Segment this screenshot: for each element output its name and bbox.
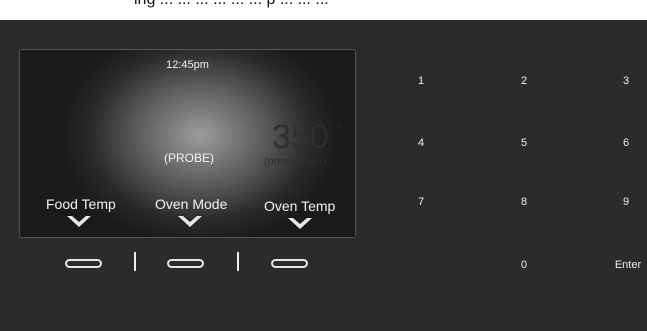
keypad-key-2[interactable]: 2	[504, 74, 544, 88]
oven-display: 12:45pm (PROBE) 350 ° (press enter) Food…	[19, 49, 356, 238]
keypad-key-4[interactable]: 4	[401, 136, 441, 150]
probe-mode-label: (PROBE)	[164, 151, 215, 165]
press-enter-hint: (press enter)	[264, 156, 327, 168]
keypad-key-5[interactable]: 5	[504, 136, 544, 150]
temperature-value: 350	[272, 118, 329, 156]
divider	[134, 252, 136, 271]
oven-mode-button[interactable]	[167, 259, 204, 268]
enter-key[interactable]: Enter	[607, 258, 647, 272]
divider	[237, 252, 239, 271]
keypad-key-9[interactable]: 9	[606, 195, 646, 209]
keypad-key-0[interactable]: 0	[504, 258, 544, 272]
cropped-header-text: ing ... ... ... ... ... ... p ... ... ..…	[134, 0, 329, 9]
keypad-key-7[interactable]: 7	[401, 195, 441, 209]
chevron-down-icon	[178, 216, 202, 227]
chevron-down-icon	[67, 216, 91, 227]
keypad-key-1[interactable]: 1	[401, 74, 441, 88]
clock-time: 12:45pm	[166, 59, 209, 71]
keypad-key-3[interactable]: 3	[606, 74, 646, 88]
chevron-down-icon	[288, 218, 312, 229]
oven-mode-label[interactable]: Oven Mode	[155, 196, 227, 212]
keypad-key-8[interactable]: 8	[504, 195, 544, 209]
cropped-header: ing ... ... ... ... ... ... p ... ... ..…	[0, 0, 647, 20]
food-temp-button[interactable]	[65, 259, 102, 268]
food-temp-label[interactable]: Food Temp	[46, 196, 116, 212]
degree-symbol: °	[337, 121, 342, 135]
keypad-key-6[interactable]: 6	[606, 136, 646, 150]
oven-temp-button[interactable]	[271, 259, 308, 268]
oven-temp-label[interactable]: Oven Temp	[264, 198, 335, 214]
